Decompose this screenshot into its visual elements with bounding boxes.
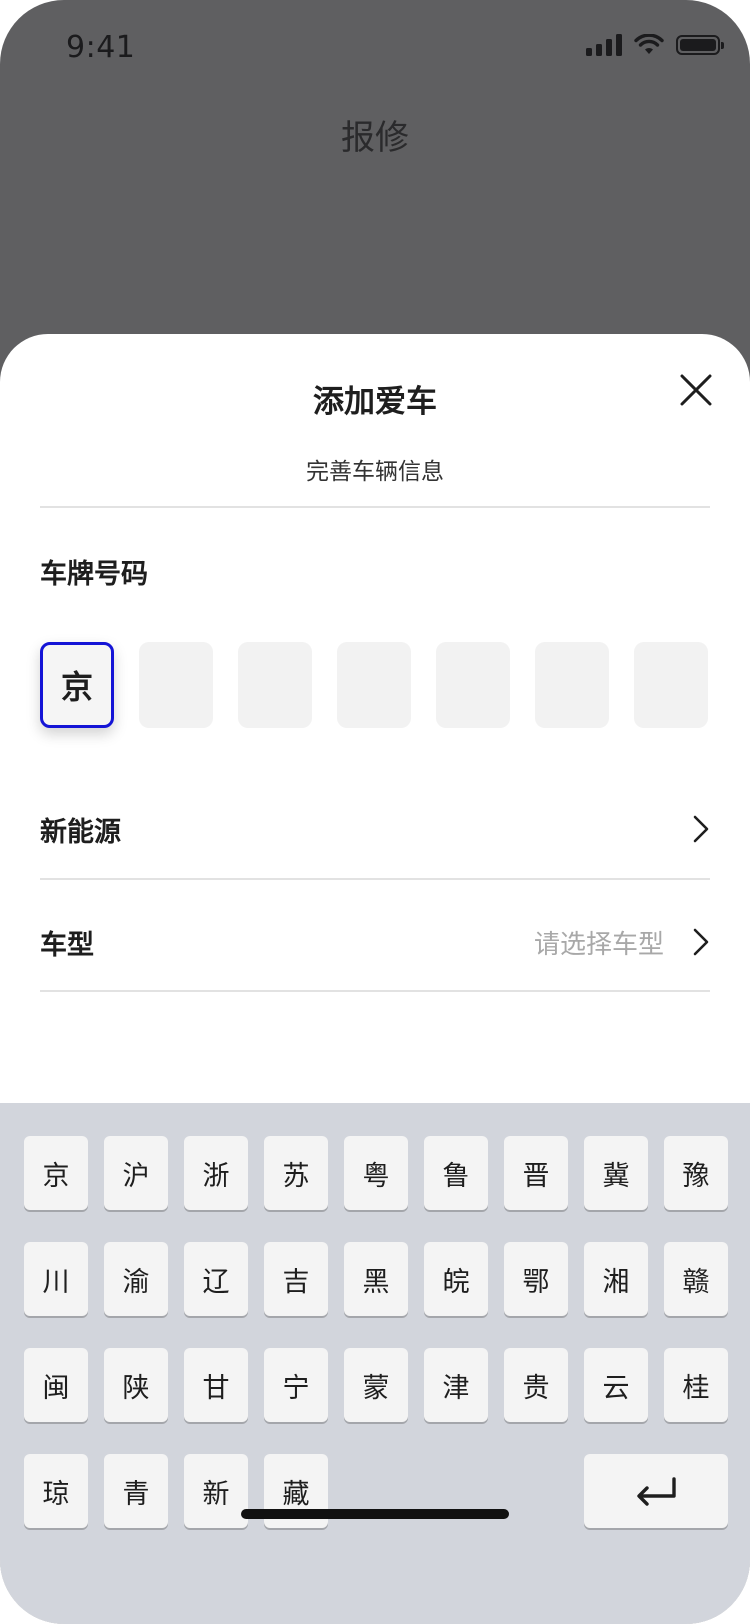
keyboard-key[interactable]: 鄂 <box>504 1242 568 1316</box>
plate-cell-7[interactable] <box>634 642 708 728</box>
keyboard-key[interactable]: 晋 <box>504 1136 568 1210</box>
keyboard-key[interactable]: 青 <box>104 1454 168 1528</box>
plate-cell-3[interactable] <box>238 642 312 728</box>
keyboard-key[interactable]: 新 <box>184 1454 248 1528</box>
status-icons <box>586 34 724 56</box>
background-page-title: 报修 <box>341 118 409 158</box>
home-indicator[interactable] <box>241 1509 509 1519</box>
keyboard-key[interactable]: 辽 <box>184 1242 248 1316</box>
close-icon[interactable] <box>678 372 714 408</box>
keyboard-key[interactable]: 苏 <box>264 1136 328 1210</box>
chevron-right-icon <box>693 928 709 956</box>
keyboard-key[interactable]: 赣 <box>664 1242 728 1316</box>
keyboard-key[interactable]: 闽 <box>24 1348 88 1422</box>
new-energy-right <box>692 814 710 844</box>
car-model-label: 车型 <box>40 929 94 961</box>
keyboard-key[interactable]: 贵 <box>504 1348 568 1422</box>
chevron-right-icon <box>693 815 709 843</box>
keyboard-key[interactable]: 京 <box>24 1136 88 1210</box>
keyboard-key[interactable]: 沪 <box>104 1136 168 1210</box>
keyboard-key[interactable]: 皖 <box>424 1242 488 1316</box>
signal-icon <box>586 34 622 56</box>
keyboard-key[interactable]: 川 <box>24 1242 88 1316</box>
keyboard-key[interactable]: 粤 <box>344 1136 408 1210</box>
wifi-icon <box>634 34 664 54</box>
keyboard-key[interactable]: 桂 <box>664 1348 728 1422</box>
divider <box>40 878 710 880</box>
keyboard-key[interactable]: 冀 <box>584 1136 648 1210</box>
car-model-placeholder: 请选择车型 <box>533 929 664 960</box>
screen: 9:41 报修 添加爱车 完善车辆信息 车牌号码 京 新能源 车型 请选择车型 … <box>0 0 750 1624</box>
keyboard-key[interactable]: 云 <box>584 1348 648 1422</box>
divider <box>40 506 710 508</box>
return-icon <box>637 1477 676 1506</box>
new-energy-row[interactable]: 新能源 <box>40 799 710 859</box>
plate-cell-4[interactable] <box>337 642 411 728</box>
keyboard-key[interactable]: 陕 <box>104 1348 168 1422</box>
status-time: 9:41 <box>66 30 136 65</box>
enter-key[interactable] <box>584 1454 728 1528</box>
battery-icon <box>676 35 724 55</box>
keyboard-key[interactable]: 甘 <box>184 1348 248 1422</box>
keyboard-key[interactable]: 津 <box>424 1348 488 1422</box>
plate-cell-5[interactable] <box>436 642 510 728</box>
plate-input-row: 京 <box>40 642 708 728</box>
sheet-subtitle: 完善车辆信息 <box>306 459 444 485</box>
plate-cell-1[interactable]: 京 <box>40 642 114 728</box>
keyboard-key[interactable]: 黑 <box>344 1242 408 1316</box>
keyboard-key[interactable]: 琼 <box>24 1454 88 1528</box>
keyboard-key[interactable]: 鲁 <box>424 1136 488 1210</box>
keyboard-key[interactable]: 浙 <box>184 1136 248 1210</box>
plate-number-label: 车牌号码 <box>40 559 148 590</box>
plate-cell-6[interactable] <box>535 642 609 728</box>
keyboard-key[interactable]: 蒙 <box>344 1348 408 1422</box>
keyboard-key[interactable]: 渝 <box>104 1242 168 1316</box>
keyboard-key[interactable]: 宁 <box>264 1348 328 1422</box>
divider <box>40 990 710 992</box>
sheet-title: 添加爱车 <box>313 384 437 420</box>
keyboard-key[interactable]: 湘 <box>584 1242 648 1316</box>
plate-cell-2[interactable] <box>139 642 213 728</box>
car-model-right: 请选择车型 <box>534 924 710 961</box>
new-energy-label: 新能源 <box>40 816 121 848</box>
keyboard-key[interactable]: 豫 <box>664 1136 728 1210</box>
car-model-row[interactable]: 车型 请选择车型 <box>40 912 710 972</box>
keyboard-key[interactable]: 吉 <box>264 1242 328 1316</box>
province-keyboard: 京 沪 浙 苏 粤 鲁 晋 冀 豫 川 渝 辽 吉 黑 皖 鄂 湘 赣 闽 陕 … <box>0 1103 750 1624</box>
